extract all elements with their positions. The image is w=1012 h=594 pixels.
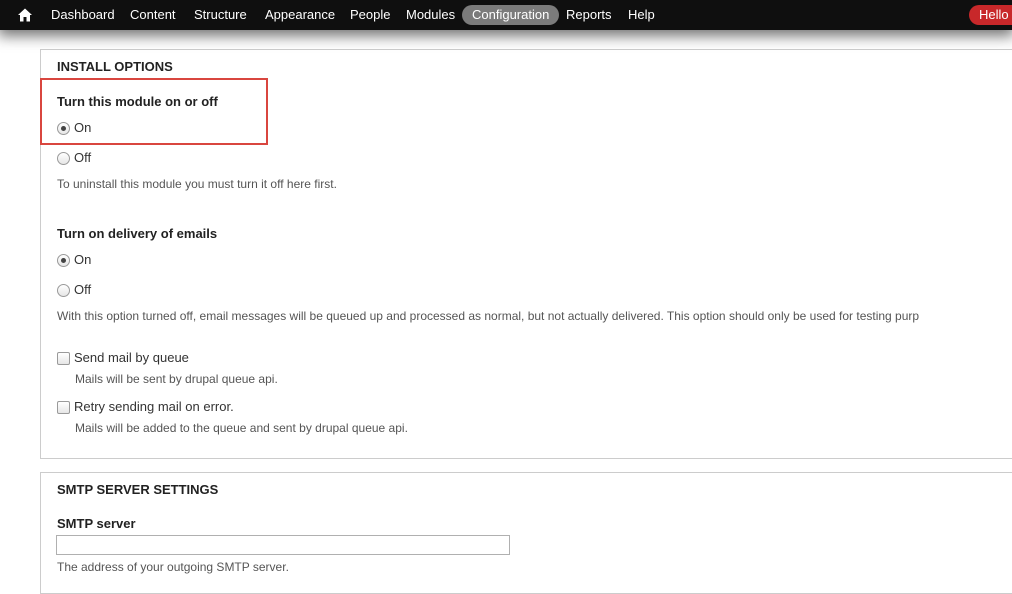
queue-label[interactable]: Send mail by queue <box>74 350 189 365</box>
retry-checkbox[interactable] <box>57 401 70 414</box>
menu-configuration[interactable]: Configuration <box>462 5 560 25</box>
menu-help[interactable]: Help <box>628 0 655 30</box>
delivery-on-radio[interactable] <box>57 254 70 267</box>
smtp-settings-legend: SMTP SERVER SETTINGS <box>57 482 219 497</box>
smtp-server-label: SMTP server <box>57 516 136 531</box>
queue-description: Mails will be sent by drupal queue api. <box>75 372 278 386</box>
menu-structure[interactable]: Structure <box>194 0 247 30</box>
install-options-legend: INSTALL OPTIONS <box>57 59 173 74</box>
menu-appearance[interactable]: Appearance <box>265 0 335 30</box>
menu-modules[interactable]: Modules <box>406 0 455 30</box>
delivery-off-label[interactable]: Off <box>74 282 91 297</box>
highlight-box <box>40 78 268 145</box>
smtp-settings-fieldset: SMTP SERVER SETTINGS SMTP server The add… <box>40 472 1012 594</box>
delivery-off-radio[interactable] <box>57 284 70 297</box>
module-toggle-description: To uninstall this module you must turn i… <box>57 177 337 191</box>
retry-description: Mails will be added to the queue and sen… <box>75 421 408 435</box>
module-off-label[interactable]: Off <box>74 150 91 165</box>
menu-content[interactable]: Content <box>130 0 176 30</box>
delivery-description: With this option turned off, email messa… <box>57 309 920 323</box>
retry-label[interactable]: Retry sending mail on error. <box>74 399 234 414</box>
admin-toolbar: Dashboard Content Structure Appearance P… <box>0 0 1012 30</box>
smtp-server-description: The address of your outgoing SMTP server… <box>57 560 289 574</box>
menu-people[interactable]: People <box>350 0 390 30</box>
queue-checkbox[interactable] <box>57 352 70 365</box>
module-off-radio[interactable] <box>57 152 70 165</box>
delivery-on-label[interactable]: On <box>74 252 91 267</box>
menu-reports[interactable]: Reports <box>566 0 612 30</box>
smtp-server-input[interactable] <box>56 535 510 555</box>
delivery-label: Turn on delivery of emails <box>57 226 218 241</box>
menu-dashboard[interactable]: Dashboard <box>51 0 115 30</box>
home-icon[interactable] <box>17 7 33 23</box>
user-greeting-button[interactable]: Hello a <box>969 5 1012 25</box>
